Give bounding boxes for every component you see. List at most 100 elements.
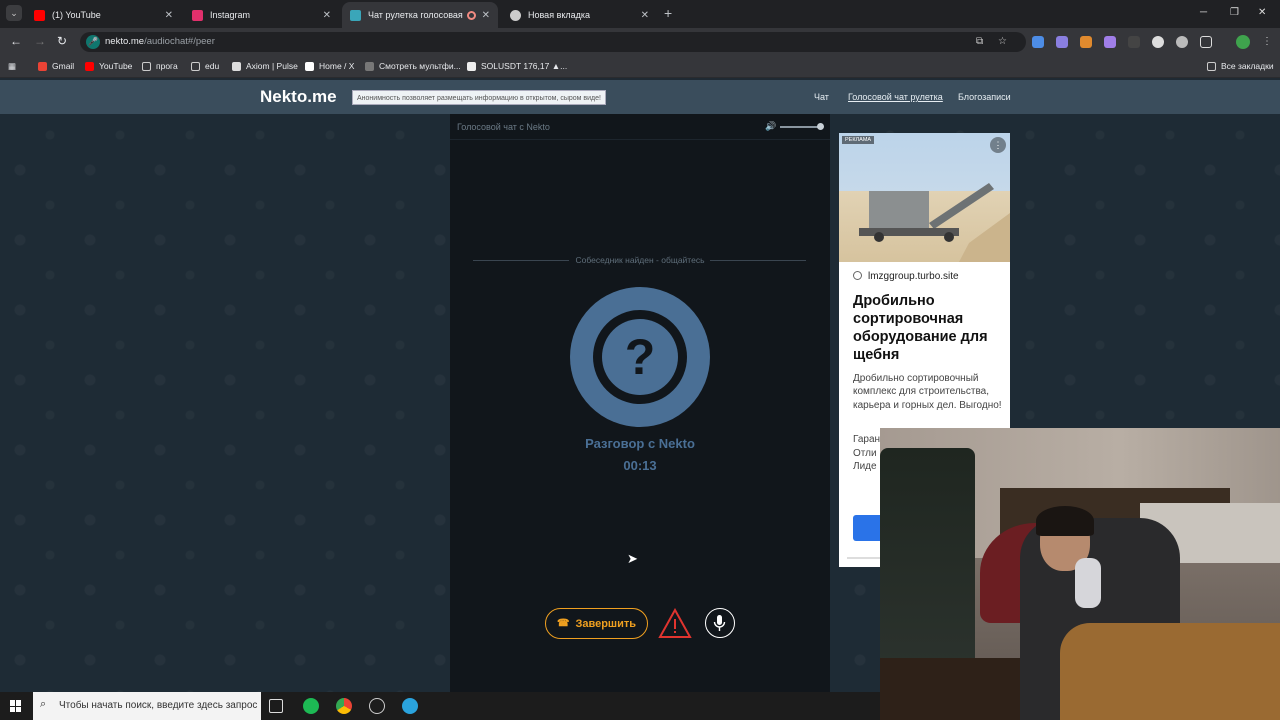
obs-icon[interactable] [369,698,385,714]
tab-instagram[interactable]: Instagram ✕ [184,2,339,28]
close-icon[interactable]: ✕ [482,10,490,21]
film-icon [365,61,374,71]
nav-blog[interactable]: Блогозаписи [958,92,1011,102]
bookmark-folder-edu[interactable]: edu [191,61,219,71]
bookmark-solusdt[interactable]: SOLUSDT 176,17 ▲... [467,61,567,71]
youtube-icon [85,61,94,71]
tab-new[interactable]: Новая вкладка ✕ [502,2,657,28]
extension-icon[interactable] [1032,36,1044,48]
tab-label: (1) YouTube [52,10,101,20]
bookmark-gmail[interactable]: Gmail [38,61,74,71]
end-call-button[interactable]: ☎ Завершить [545,608,648,639]
search-icon: ⌕ [40,698,47,710]
nav-voice-roulette[interactable]: Голосовой чат рулетка [848,92,943,102]
install-app-icon[interactable]: ⧉ [976,36,983,47]
close-icon[interactable]: ✕ [323,10,331,21]
extension-icon[interactable] [1104,36,1116,48]
voice-chat-panel: Голосовой чат с Nekto 🔊 Собеседник найде… [450,114,830,692]
instagram-icon [192,9,203,21]
peer-avatar: ? [570,287,710,427]
back-icon[interactable]: ← [10,34,22,48]
extension-icon[interactable] [1176,36,1188,48]
close-icon[interactable]: ✕ [165,10,173,21]
task-view-icon[interactable] [269,699,283,713]
microphone-prop [1075,558,1101,608]
globe-icon [853,271,862,280]
recording-icon [466,10,476,20]
phone-hangup-icon: ☎ [556,618,570,629]
tab-nekto[interactable]: Чат рулетка голосовая — ✕ [342,2,498,28]
reload-icon[interactable]: ↻ [57,34,67,48]
close-window-icon[interactable]: ✕ [1258,7,1266,18]
end-call-label: Завершить [575,617,636,630]
extension-icon[interactable] [1128,36,1140,48]
ad-title[interactable]: Дробильно сортировочная оборудование для… [853,292,1003,364]
crusher-machine-image [859,183,1010,262]
youtube-icon [34,9,45,21]
windows-taskbar: ⌕ Чтобы начать поиск, введите здесь запр… [0,692,880,720]
forward-icon[interactable]: → [34,34,46,48]
address-bar[interactable]: 🎤 nekto.me/audiochat#/peer ⧉ ☆ [80,32,1026,52]
slogan-tooltip: Анонимность позволяет размещать информац… [352,90,606,105]
gmail-icon [38,61,47,71]
ad-domain[interactable]: lmzggroup.turbo.site [853,271,959,282]
volume-slider[interactable] [780,126,822,128]
extension-icon[interactable] [1152,36,1164,48]
extensions-puzzle-icon[interactable] [1200,36,1212,48]
browser-toolbar: ← → ↻ 🎤 nekto.me/audiochat#/peer ⧉ ☆ ⋮ [0,28,1280,56]
volume-icon[interactable]: 🔊 [765,121,776,132]
all-bookmarks[interactable]: Все закладки [1207,61,1274,71]
nav-chat[interactable]: Чат [814,92,829,102]
bookmark-star-icon[interactable]: ☆ [998,36,1007,47]
ad-description: Дробильно сортировочный комплекс для стр… [853,373,1002,411]
spotify-icon[interactable] [303,698,319,714]
bookmark-youtube[interactable]: YouTube [85,61,132,71]
microphone-button[interactable] [705,608,735,638]
chat-title: Голосовой чат с Nekto [457,122,550,132]
tab-search-button[interactable]: ⌄ [6,5,22,21]
extension-icon[interactable] [1080,36,1092,48]
menu-dots-icon[interactable]: ⋮ [1262,36,1272,47]
question-mark-icon: ? [602,319,678,395]
nekto-icon [350,9,361,21]
tab-label: Чат рулетка голосовая — [368,10,463,20]
report-button[interactable] [658,607,692,639]
site-info-icon[interactable]: 🎤 [86,35,100,49]
tradingview-icon [467,61,476,71]
chrome-icon[interactable] [336,698,352,714]
minimize-icon[interactable]: ─ [1200,7,1207,18]
x-icon [305,61,314,71]
extension-icon[interactable] [1056,36,1068,48]
avatar[interactable] [1236,35,1250,49]
peer-label: Разговор с Nekto [585,436,695,451]
volume-slider-handle[interactable] [817,123,824,130]
bookmarks-bar: ▦ Gmail YouTube прога edu Axiom | Pulse … [0,56,1280,78]
bookmark-axiom[interactable]: Axiom | Pulse [232,61,298,71]
bookmark-x[interactable]: Home / X [305,61,354,71]
bookmark-cartoons[interactable]: Смотреть мультфи... [365,61,461,71]
apps-grid-icon[interactable]: ▦ [8,61,16,72]
tab-youtube[interactable]: (1) YouTube ✕ [26,2,181,28]
chrome-icon [510,9,521,21]
ad-image[interactable]: РЕКЛАМА ⋮ [839,133,1010,262]
ad-menu-icon[interactable]: ⋮ [990,137,1006,153]
restore-icon[interactable]: ❐ [1230,7,1239,18]
browser-tab-bar: ⌄ (1) YouTube ✕ Instagram ✕ Чат рулетка … [0,0,1280,28]
webcam-overlay [880,428,1280,720]
folder-icon [191,61,200,71]
tab-label: Instagram [210,10,251,20]
new-tab-button[interactable]: + [664,6,672,20]
bookmark-folder-proga[interactable]: прога [142,61,178,71]
taskbar-search-input[interactable]: ⌕ Чтобы начать поиск, введите здесь запр… [33,692,261,720]
ad-label: РЕКЛАМА [842,136,875,144]
folder-icon [142,61,151,71]
folder-icon [1207,61,1216,71]
call-timer: 00:13 [623,458,657,473]
axiom-icon [232,61,241,71]
site-logo[interactable]: Nekto.me [260,87,337,107]
chat-header: Голосовой чат с Nekto 🔊 [450,114,830,140]
close-icon[interactable]: ✕ [641,10,649,21]
site-header: Nekto.me Анонимность позволяет размещать… [0,80,1280,114]
windows-start-icon[interactable] [10,700,22,712]
telegram-icon[interactable] [402,698,418,714]
